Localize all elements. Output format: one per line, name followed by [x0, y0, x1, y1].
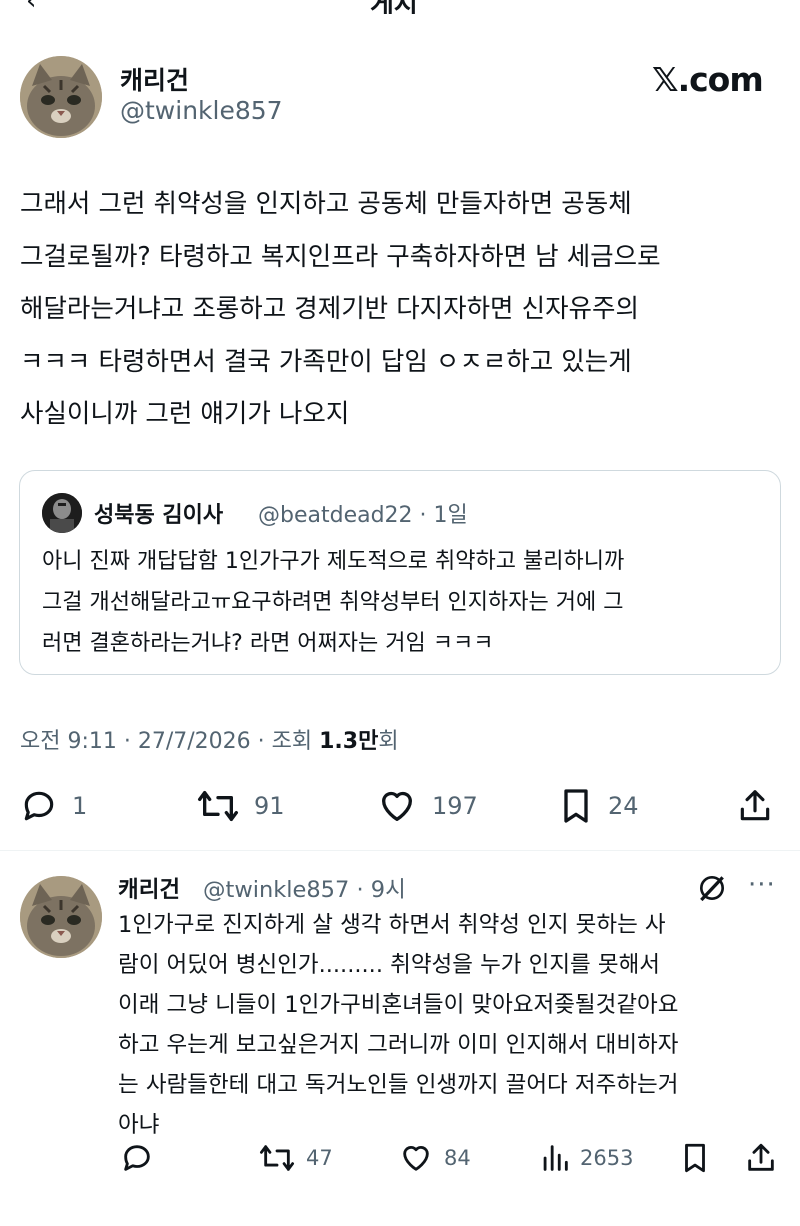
reply-actions: 47 84 2653 [0, 1134, 800, 1184]
tweet-meta: 오전 9:11 · 27/7/2026 · 조회 1.3만회 [20, 723, 399, 755]
top-bar: ‹ 게시 [0, 0, 800, 14]
quote-author-handle: @beatdead22 · 1일 [258, 503, 468, 528]
bookmark-button[interactable]: 24 [558, 778, 639, 834]
like-count: 84 [444, 1146, 471, 1170]
like-count: 197 [432, 792, 478, 820]
heart-icon [382, 791, 412, 821]
reply-author-handle[interactable]: @twinkle857 · 9시 [203, 872, 406, 904]
x-logo: 𝕏.com [652, 60, 764, 99]
view-suffix: 회 [378, 729, 399, 754]
grok-icon[interactable] [696, 872, 728, 908]
quote-author-name: 성북동 김이사 [94, 503, 224, 528]
bookmark-icon [685, 1143, 705, 1173]
view-count: 1.3만 [319, 729, 379, 754]
bookmark-count: 24 [608, 792, 639, 820]
share-icon [748, 1143, 774, 1171]
avatar[interactable] [20, 876, 102, 958]
share-icon [740, 790, 770, 821]
like-button[interactable]: 84 [398, 1134, 471, 1182]
quoted-tweet[interactable]: 성북동 김이사 @beatdead22 · 1일 아니 진짜 개답답함 1인가구… [19, 470, 781, 675]
reply-button[interactable] [120, 1134, 154, 1182]
more-icon[interactable]: ··· [748, 870, 776, 900]
reply-count: 1 [72, 792, 88, 820]
reply-text: 1인가구로 진지하게 살 생각 하면서 취약성 인지 못하는 사 람이 어딨어 … [118, 912, 679, 1138]
repost-button[interactable]: 47 [258, 1134, 333, 1182]
bookmark-button[interactable] [680, 1134, 710, 1182]
author-handle[interactable]: @twinkle857 [120, 96, 283, 125]
repost-button[interactable]: 91 [196, 778, 285, 834]
avatar[interactable] [20, 56, 102, 138]
arrow-left-icon[interactable]: ‹ [26, 0, 36, 14]
avatar [42, 493, 82, 533]
page-title: 게시 [370, 0, 418, 14]
reply-author-name[interactable]: 캐리건 [118, 872, 180, 904]
share-button[interactable] [744, 1134, 778, 1182]
heart-icon [403, 1146, 429, 1171]
repost-icon [259, 1145, 294, 1171]
repost-count: 91 [254, 792, 285, 820]
bar-chart-icon [543, 1145, 568, 1171]
like-button[interactable]: 197 [376, 778, 478, 834]
tweet-timestamp: 오전 9:11 · 27/7/2026 · 조회 [20, 729, 320, 754]
repost-count: 47 [306, 1146, 333, 1170]
views-button[interactable]: 2653 [540, 1134, 633, 1182]
share-button[interactable] [736, 778, 774, 834]
views-count: 2653 [580, 1146, 634, 1170]
divider [0, 850, 800, 851]
reply-icon [24, 791, 54, 821]
bookmark-icon [564, 789, 588, 823]
reply-icon [124, 1145, 150, 1171]
tweet-text: 그래서 그런 취약성을 인지하고 공동체 만들자하면 공동체 그걸로될까? 타령… [20, 189, 661, 429]
author-name[interactable]: 캐리건 [120, 61, 189, 97]
reply-button[interactable]: 1 [20, 778, 87, 834]
quote-text: 아니 진짜 개답답함 1인가구가 제도적으로 취약하고 불리하니까 그걸 개선해… [42, 549, 625, 656]
tweet-actions: 1 91 197 24 [0, 778, 800, 838]
repost-icon [198, 791, 238, 821]
